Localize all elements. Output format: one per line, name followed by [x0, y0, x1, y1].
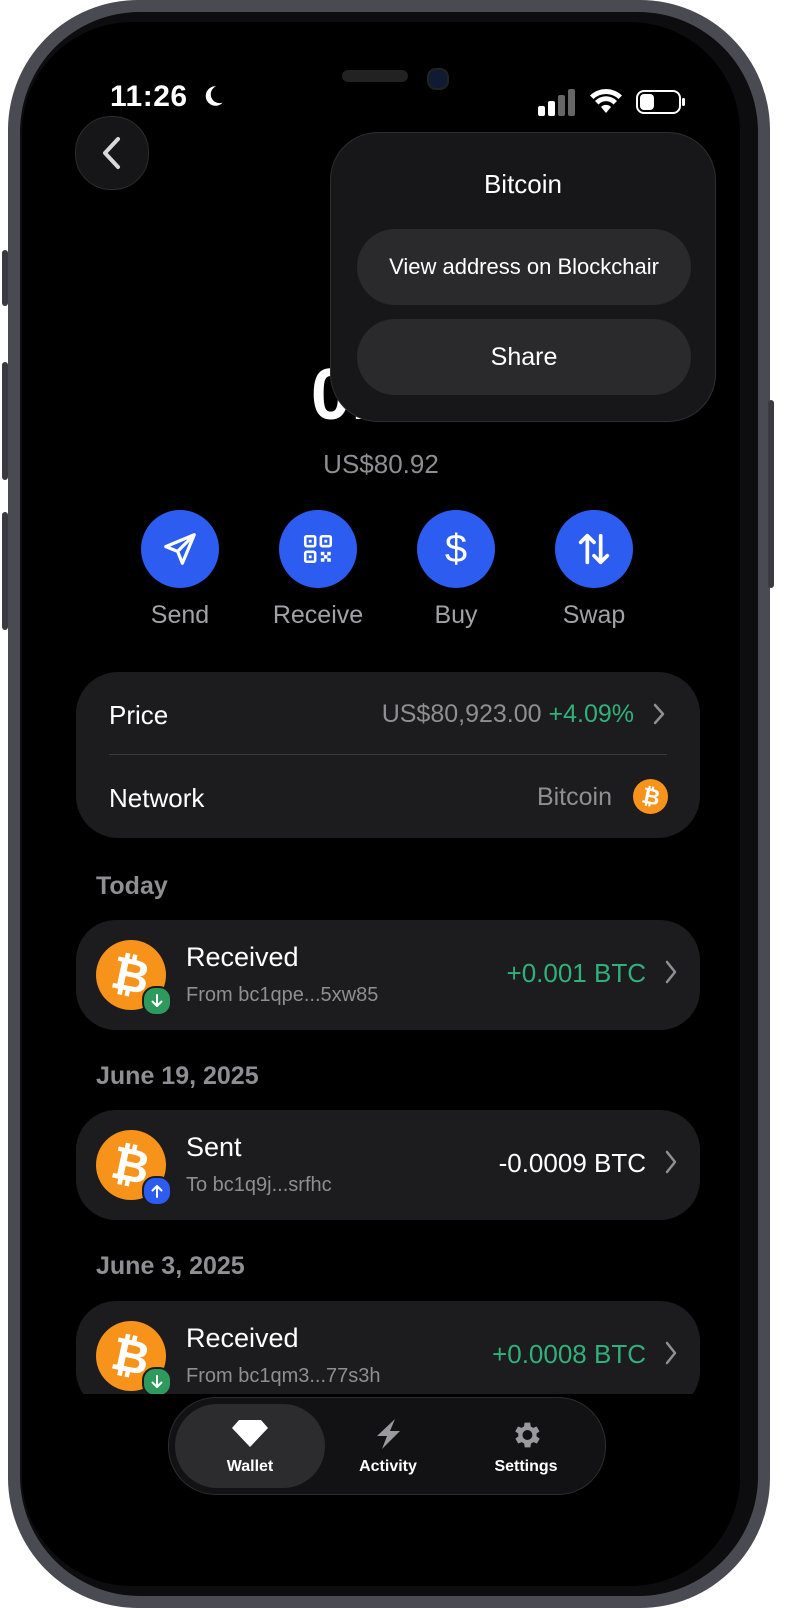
- wifi-icon: [590, 89, 622, 113]
- swap-button[interactable]: Swap: [539, 510, 649, 630]
- received-arrow-icon: [142, 1367, 172, 1397]
- chevron-right-icon: [653, 703, 665, 725]
- tab-wallet[interactable]: Wallet: [175, 1404, 325, 1488]
- transaction-address: To bc1q9j...srfhc: [186, 1174, 332, 1196]
- receive-label: Receive: [272, 601, 364, 629]
- receive-button[interactable]: Receive: [263, 510, 373, 630]
- buy-label: Buy: [434, 601, 478, 629]
- battery-icon: [636, 90, 685, 114]
- dynamic-island-speaker: [342, 70, 408, 82]
- transaction-title: Sent: [186, 1132, 242, 1162]
- side-button-left-2: [2, 362, 8, 480]
- transaction-amount: -0.0009 BTC: [498, 1148, 646, 1178]
- diamond-icon: [232, 1420, 268, 1447]
- lightning-icon: [377, 1419, 400, 1449]
- network-value: Bitcoin: [536, 783, 612, 811]
- swap-circle: [555, 510, 633, 588]
- chevron-right-icon: [665, 1341, 677, 1365]
- transaction-address: From bc1qpe...5xw85: [186, 984, 379, 1006]
- buy-circle: $: [417, 510, 495, 588]
- send-button[interactable]: Send: [125, 510, 235, 630]
- front-camera: [427, 68, 449, 90]
- qr-code-icon: [303, 534, 333, 564]
- fiat-balance: US$80.92: [323, 449, 439, 479]
- tab-wallet-label: Wallet: [226, 1458, 274, 1475]
- tab-activity[interactable]: Activity: [313, 1404, 463, 1488]
- send-label: Send: [150, 601, 210, 629]
- transaction-title: Received: [186, 942, 299, 972]
- side-button-right: [768, 400, 774, 588]
- screen: 11:26 0.00 US$80.92 Send: [22, 22, 740, 1586]
- tab-settings[interactable]: Settings: [451, 1404, 601, 1488]
- buy-button[interactable]: $ Buy: [401, 510, 511, 630]
- side-button-left-3: [2, 512, 8, 630]
- clock-text: 11:26: [110, 80, 188, 113]
- bitcoin-network-icon: ₿: [633, 779, 668, 814]
- send-circle: [141, 510, 219, 588]
- price-label: Price: [109, 700, 169, 730]
- side-button-left-1: [2, 250, 8, 306]
- network-label: Network: [109, 783, 205, 813]
- paper-plane-icon: [164, 533, 196, 565]
- sent-arrow-icon: [142, 1176, 172, 1206]
- chevron-right-icon: [665, 1150, 677, 1174]
- section-header-june-3: June 3, 2025: [96, 1252, 245, 1280]
- tab-settings-label: Settings: [494, 1458, 558, 1475]
- transaction-amount: +0.001 BTC: [506, 958, 646, 988]
- swap-label: Swap: [562, 601, 626, 629]
- chevron-left-icon: [103, 137, 120, 169]
- transaction-title: Received: [186, 1323, 299, 1353]
- network-row: Network Bitcoin ₿: [76, 755, 700, 838]
- section-header-june-19: June 19, 2025: [96, 1062, 259, 1090]
- swap-arrows-icon: [578, 533, 610, 565]
- receive-circle: [279, 510, 357, 588]
- price-value-group: US$80,923.00 +4.09%: [382, 700, 634, 729]
- dollar-icon: $: [444, 526, 468, 571]
- asset-menu-popover: Bitcoin View address on Blockchair Share: [330, 132, 716, 422]
- price-value: US$80,923.00: [381, 700, 542, 728]
- transaction-row[interactable]: ₿ Sent To bc1q9j...srfhc -0.0009 BTC: [76, 1110, 700, 1220]
- tab-activity-label: Activity: [359, 1458, 417, 1475]
- transaction-address: From bc1qm3...77s3h: [186, 1365, 381, 1387]
- popover-title: Bitcoin: [483, 169, 563, 199]
- price-change: +4.09%: [548, 700, 635, 728]
- chevron-right-icon: [665, 960, 677, 984]
- view-on-blockchair-button[interactable]: View address on Blockchair: [357, 229, 691, 305]
- price-row[interactable]: Price US$80,923.00 +4.09%: [76, 672, 700, 755]
- status-time: 11:26: [110, 80, 226, 114]
- transaction-amount: +0.0008 BTC: [492, 1339, 646, 1369]
- section-header-today: Today: [96, 872, 168, 900]
- tab-bar: Wallet Activity Settings: [168, 1397, 606, 1495]
- share-button[interactable]: Share: [357, 319, 691, 395]
- moon-icon: [206, 86, 224, 106]
- status-icons: [538, 88, 686, 116]
- cellular-signal-icon: [538, 89, 575, 116]
- received-arrow-icon: [142, 986, 172, 1016]
- asset-info-card: Price US$80,923.00 +4.09% Network Bitcoi…: [76, 672, 700, 838]
- gear-icon: [515, 1422, 540, 1448]
- transaction-row[interactable]: ₿ Received From bc1qpe...5xw85 +0.001 BT…: [76, 920, 700, 1030]
- back-button[interactable]: [75, 116, 149, 190]
